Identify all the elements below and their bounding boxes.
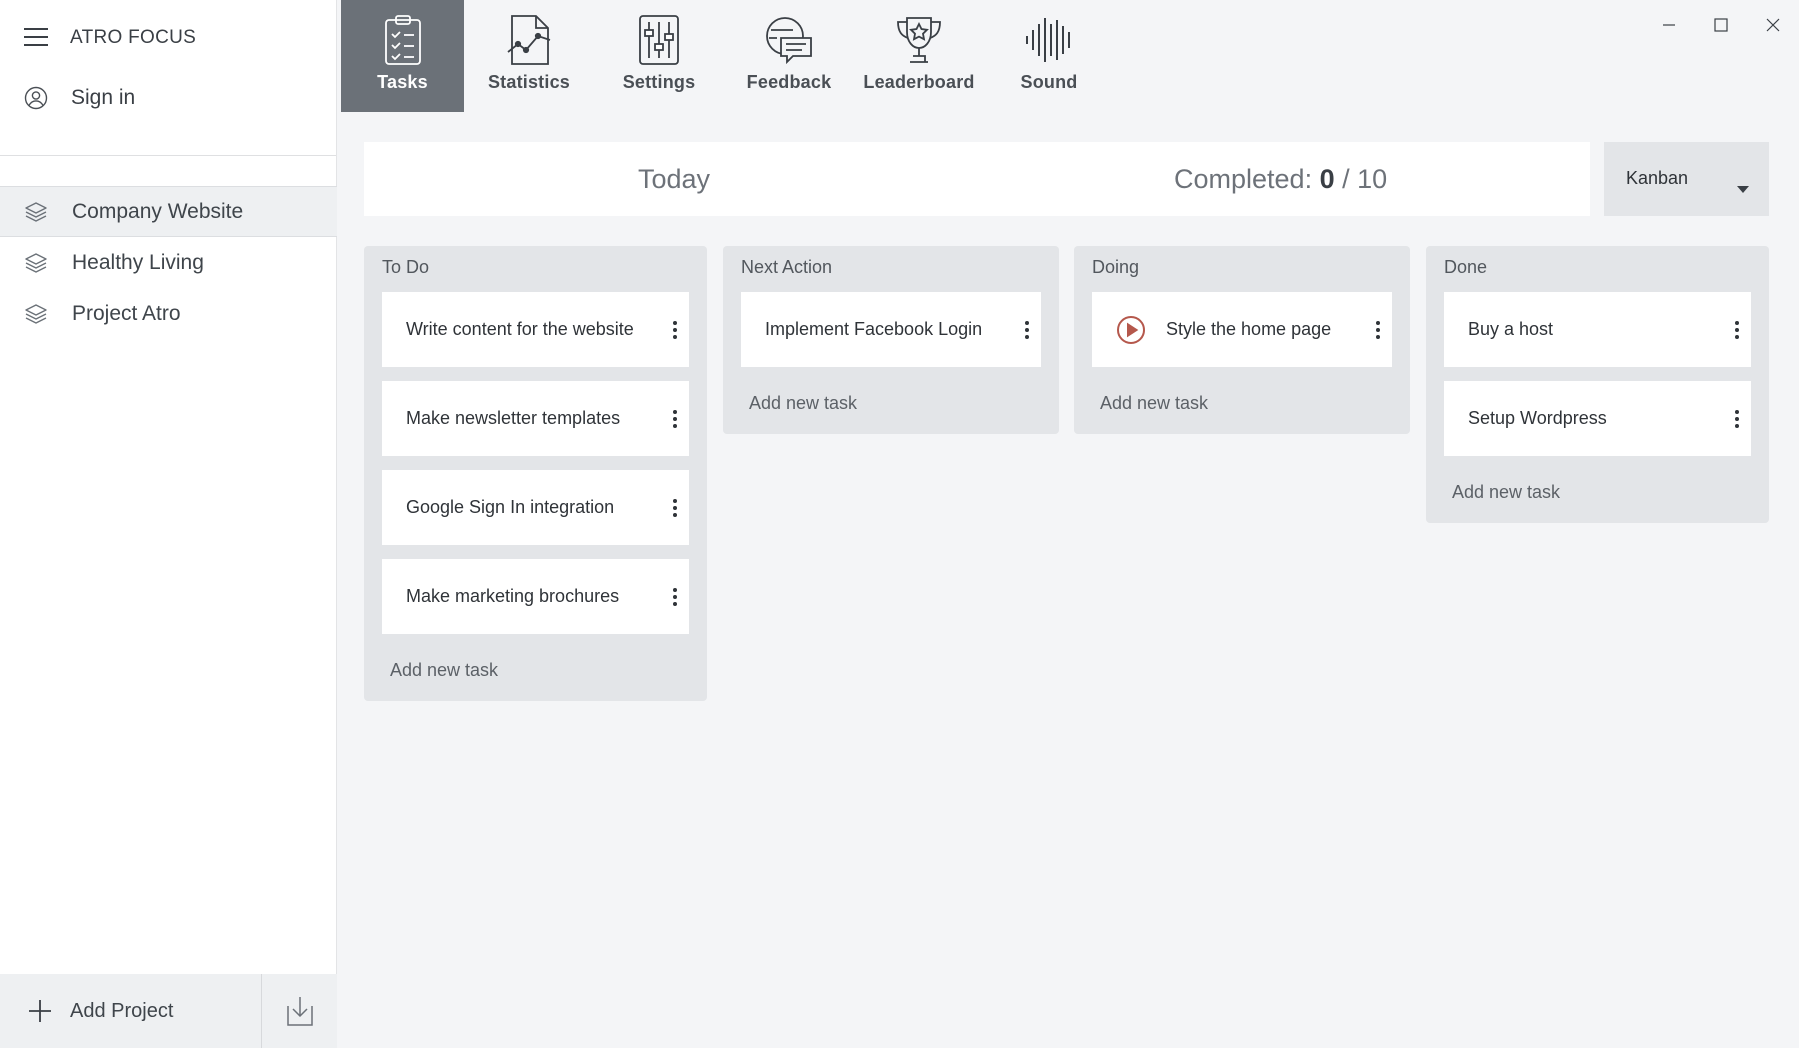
column-title: Next Action: [741, 257, 833, 277]
maximize-button[interactable]: [1695, 0, 1747, 50]
chart-document-icon: [507, 15, 551, 65]
more-options-icon[interactable]: [669, 405, 681, 433]
add-new-task-button[interactable]: Add new task: [1092, 381, 1392, 434]
column-next-action: Next Action Implement Facebook Login Add…: [723, 246, 1059, 434]
close-icon: [1766, 18, 1780, 32]
add-new-task-button[interactable]: Add new task: [1444, 470, 1751, 523]
tab-label: Sound: [1020, 72, 1078, 92]
clipboard-checklist-icon: [384, 15, 421, 65]
sidebar-header: ATRO FOCUS Sign in: [0, 0, 336, 156]
more-options-icon[interactable]: [1731, 405, 1743, 433]
project-label: Project Atro: [72, 301, 181, 325]
column-done: Done Buy a host Setup Wordpress Add new …: [1426, 246, 1769, 523]
more-options-icon[interactable]: [669, 583, 681, 611]
sidebar-footer: Add Project: [0, 974, 337, 1048]
project-item-company-website[interactable]: Company Website: [0, 186, 337, 237]
project-item-project-atro[interactable]: Project Atro: [0, 288, 337, 339]
play-timer-icon[interactable]: [1116, 315, 1146, 345]
today-label: Today: [638, 164, 711, 194]
task-label: Write content for the website: [406, 319, 634, 339]
minimize-button[interactable]: [1643, 0, 1695, 50]
task-card[interactable]: Setup Wordpress: [1444, 381, 1751, 456]
task-card[interactable]: Implement Facebook Login: [741, 292, 1041, 367]
column-title: Doing: [1092, 257, 1140, 277]
task-card[interactable]: Make marketing brochures: [382, 559, 689, 634]
tab-label: Tasks: [377, 72, 428, 92]
minimize-icon: [1663, 24, 1675, 26]
close-button[interactable]: [1747, 0, 1799, 50]
tab-label: Settings: [622, 72, 696, 92]
task-label: Google Sign In integration: [406, 497, 615, 517]
trophy-icon: [897, 17, 941, 63]
project-label: Company Website: [72, 199, 244, 223]
maximize-icon: [1714, 18, 1728, 32]
more-options-icon[interactable]: [1731, 316, 1743, 344]
speech-bubbles-icon: [766, 17, 812, 65]
summary-bar: Today Completed: 0 / 10: [364, 142, 1590, 216]
task-label: Implement Facebook Login: [765, 319, 983, 339]
project-label: Healthy Living: [72, 250, 204, 274]
sign-in-button[interactable]: Sign in: [24, 86, 135, 110]
task-label: Make marketing brochures: [406, 586, 620, 606]
task-card[interactable]: Style the home page: [1092, 292, 1392, 367]
add-project-button[interactable]: Add Project: [0, 974, 262, 1048]
download-tray-icon: [286, 997, 313, 1026]
completed-count: 0: [1319, 164, 1335, 194]
add-new-task-button[interactable]: Add new task: [741, 381, 1041, 434]
completed-total: 10: [1357, 164, 1388, 194]
task-card[interactable]: Make newsletter templates: [382, 381, 689, 456]
tab-statistics[interactable]: Statistics: [464, 0, 594, 112]
tab-feedback[interactable]: Feedback: [724, 0, 854, 112]
completed-counter: Completed: 0 / 10: [1174, 164, 1387, 195]
hamburger-menu-icon[interactable]: [24, 26, 48, 48]
task-label: Make newsletter templates: [406, 408, 621, 428]
column-title: To Do: [382, 257, 430, 277]
app-title: ATRO FOCUS: [70, 27, 197, 48]
layers-icon: [25, 303, 47, 324]
column-doing: Doing Style the home page Add new task: [1074, 246, 1410, 434]
completed-separator: /: [1334, 164, 1358, 194]
column-title: Done: [1444, 257, 1488, 277]
export-button[interactable]: [262, 974, 337, 1048]
sign-in-label: Sign in: [71, 86, 136, 109]
column-to-do: To Do Write content for the website Make…: [364, 246, 707, 701]
view-mode-select[interactable]: Kanban: [1604, 142, 1769, 216]
more-options-icon[interactable]: [669, 316, 681, 344]
window-controls: [1643, 0, 1799, 50]
plus-icon: [29, 1000, 51, 1022]
task-card[interactable]: Google Sign In integration: [382, 470, 689, 545]
task-card[interactable]: Write content for the website: [382, 292, 689, 367]
completed-label: Completed:: [1174, 164, 1313, 194]
tab-label: Feedback: [746, 72, 832, 92]
task-label: Style the home page: [1166, 319, 1332, 339]
tab-label: Statistics: [487, 72, 571, 92]
sliders-icon: [639, 15, 679, 65]
tab-leaderboard[interactable]: Leaderboard: [854, 0, 984, 112]
tab-label: Leaderboard: [863, 72, 975, 92]
add-new-task-button[interactable]: Add new task: [382, 648, 689, 701]
more-options-icon[interactable]: [1372, 316, 1384, 344]
task-label: Buy a host: [1468, 319, 1554, 339]
sound-wave-icon: [1026, 18, 1070, 62]
layers-icon: [25, 252, 47, 273]
project-list: Company Website Healthy Living Project A…: [0, 186, 337, 339]
more-options-icon[interactable]: [1021, 316, 1033, 344]
chevron-down-icon: [1737, 186, 1749, 193]
task-label: Setup Wordpress: [1468, 408, 1607, 428]
tab-sound[interactable]: Sound: [984, 0, 1114, 112]
add-project-label: Add Project: [70, 999, 174, 1022]
more-options-icon[interactable]: [669, 494, 681, 522]
tab-tasks[interactable]: Tasks: [341, 0, 464, 112]
user-circle-icon: [24, 86, 48, 110]
layers-icon: [25, 201, 47, 222]
sidebar: ATRO FOCUS Sign in Company Website Healt…: [0, 0, 337, 1048]
main-toolbar: Tasks Statistics Settings Feedback Leade…: [341, 0, 1114, 112]
project-item-healthy-living[interactable]: Healthy Living: [0, 237, 337, 288]
task-card[interactable]: Buy a host: [1444, 292, 1751, 367]
tab-settings[interactable]: Settings: [594, 0, 724, 112]
view-mode-value: Kanban: [1626, 168, 1689, 188]
